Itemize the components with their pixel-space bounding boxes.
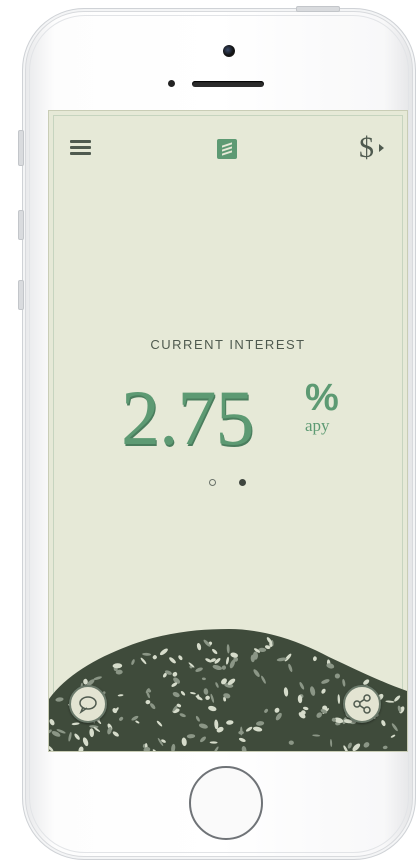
share-icon [353, 694, 371, 714]
apy-unit: apy [305, 416, 330, 435]
page-indicator-dot-2-active[interactable] [239, 479, 246, 486]
dollar-menu-icon[interactable]: $ [359, 131, 399, 165]
proximity-sensor [168, 80, 175, 87]
chat-bubble-icon [79, 696, 97, 714]
volume-up-button [18, 210, 24, 240]
interest-rate-value: 2.75 [121, 374, 254, 461]
share-button[interactable] [343, 685, 381, 723]
earpiece-speaker [192, 81, 264, 87]
home-button[interactable] [189, 766, 263, 840]
app-screen: $ CURRENT INTEREST 2.75 % apy [48, 110, 408, 752]
coin-pile-illustration [49, 629, 407, 751]
front-camera [223, 45, 235, 57]
power-button [296, 6, 340, 12]
page-indicator-dot-1[interactable] [209, 479, 216, 486]
mute-switch [18, 130, 24, 166]
app-logo-icon [217, 139, 237, 159]
hamburger-menu-icon[interactable] [70, 140, 91, 156]
percent-sign: % [305, 377, 339, 419]
current-interest-label: CURRENT INTEREST [150, 337, 306, 352]
chat-button[interactable] [69, 685, 107, 723]
volume-down-button [18, 280, 24, 310]
